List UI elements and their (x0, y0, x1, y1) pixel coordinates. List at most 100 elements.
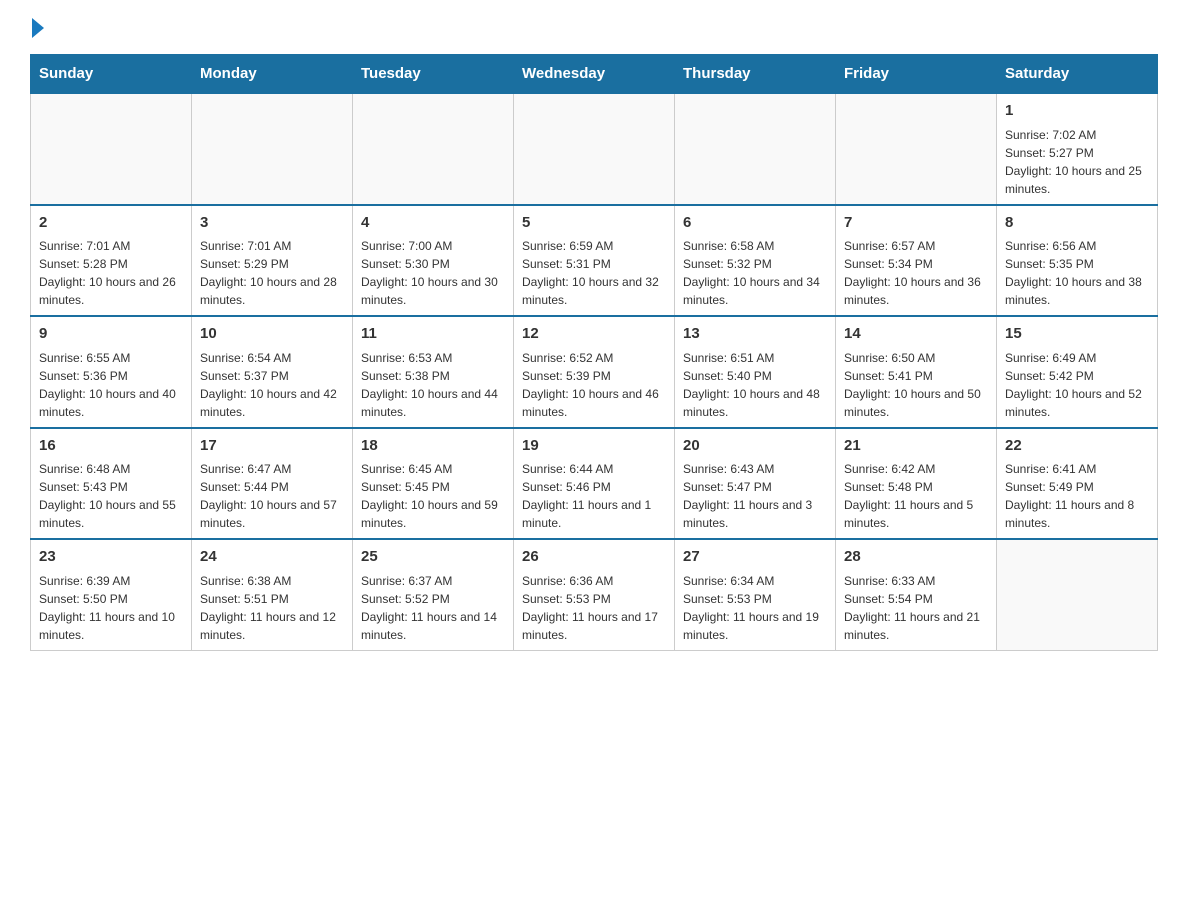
day-info: Daylight: 10 hours and 46 minutes. (522, 385, 666, 421)
calendar-cell: 16Sunrise: 6:48 AMSunset: 5:43 PMDayligh… (31, 428, 192, 540)
day-info: Daylight: 11 hours and 12 minutes. (200, 608, 344, 644)
day-info: Sunset: 5:37 PM (200, 367, 344, 385)
day-info: Sunrise: 6:56 AM (1005, 237, 1149, 255)
calendar-cell: 20Sunrise: 6:43 AMSunset: 5:47 PMDayligh… (675, 428, 836, 540)
day-number: 18 (361, 435, 505, 458)
calendar-cell: 6Sunrise: 6:58 AMSunset: 5:32 PMDaylight… (675, 205, 836, 317)
day-info: Sunrise: 6:49 AM (1005, 349, 1149, 367)
calendar-cell (353, 93, 514, 205)
page-header (30, 20, 1158, 34)
day-number: 24 (200, 546, 344, 569)
day-info: Sunset: 5:31 PM (522, 255, 666, 273)
day-number: 2 (39, 212, 183, 235)
day-number: 26 (522, 546, 666, 569)
day-header-wednesday: Wednesday (514, 55, 675, 94)
week-row-3: 9Sunrise: 6:55 AMSunset: 5:36 PMDaylight… (31, 316, 1158, 428)
day-info: Sunrise: 6:44 AM (522, 460, 666, 478)
day-info: Sunrise: 6:53 AM (361, 349, 505, 367)
calendar-cell: 24Sunrise: 6:38 AMSunset: 5:51 PMDayligh… (192, 539, 353, 650)
calendar-cell (514, 93, 675, 205)
day-info: Sunrise: 7:02 AM (1005, 126, 1149, 144)
day-info: Sunset: 5:39 PM (522, 367, 666, 385)
calendar-cell: 22Sunrise: 6:41 AMSunset: 5:49 PMDayligh… (997, 428, 1158, 540)
day-info: Sunset: 5:53 PM (683, 590, 827, 608)
logo (30, 20, 44, 34)
calendar-cell: 9 Sunrise: 6:55 AMSunset: 5:36 PMDaylight… (31, 316, 192, 428)
day-info: Sunrise: 6:50 AM (844, 349, 988, 367)
calendar-cell: 17Sunrise: 6:47 AMSunset: 5:44 PMDayligh… (192, 428, 353, 540)
day-info: Daylight: 11 hours and 3 minutes. (683, 496, 827, 532)
day-info: Sunset: 5:54 PM (844, 590, 988, 608)
day-number: 9 (39, 323, 183, 346)
day-number: 19 (522, 435, 666, 458)
day-info: Sunrise: 6:33 AM (844, 572, 988, 590)
logo-arrow-icon (32, 18, 44, 38)
week-row-5: 23Sunrise: 6:39 AMSunset: 5:50 PMDayligh… (31, 539, 1158, 650)
day-info: Sunset: 5:27 PM (1005, 144, 1149, 162)
day-info: Sunset: 5:36 PM (39, 367, 183, 385)
day-info: Daylight: 10 hours and 48 minutes. (683, 385, 827, 421)
day-info: Daylight: 11 hours and 17 minutes. (522, 608, 666, 644)
day-header-friday: Friday (836, 55, 997, 94)
day-info: Daylight: 10 hours and 28 minutes. (200, 273, 344, 309)
day-info: Daylight: 10 hours and 52 minutes. (1005, 385, 1149, 421)
calendar-cell: 11Sunrise: 6:53 AMSunset: 5:38 PMDayligh… (353, 316, 514, 428)
day-info: Sunset: 5:38 PM (361, 367, 505, 385)
day-info: Daylight: 10 hours and 57 minutes. (200, 496, 344, 532)
calendar-cell: 23Sunrise: 6:39 AMSunset: 5:50 PMDayligh… (31, 539, 192, 650)
day-info: Daylight: 11 hours and 10 minutes. (39, 608, 183, 644)
day-info: Sunrise: 6:45 AM (361, 460, 505, 478)
day-info: Sunset: 5:53 PM (522, 590, 666, 608)
calendar-cell (836, 93, 997, 205)
day-info: Sunrise: 7:01 AM (200, 237, 344, 255)
day-number: 1 (1005, 100, 1149, 123)
day-info: Daylight: 10 hours and 25 minutes. (1005, 162, 1149, 198)
day-info: Daylight: 10 hours and 32 minutes. (522, 273, 666, 309)
day-info: Sunrise: 6:48 AM (39, 460, 183, 478)
calendar-cell: 12 Sunrise: 6:52 AMSunset: 5:39 PMDayligh… (514, 316, 675, 428)
day-number: 13 (683, 323, 827, 346)
calendar-cell: 3Sunrise: 7:01 AMSunset: 5:29 PMDaylight… (192, 205, 353, 317)
week-row-2: 2Sunrise: 7:01 AMSunset: 5:28 PMDaylight… (31, 205, 1158, 317)
day-info: Sunset: 5:45 PM (361, 478, 505, 496)
day-number: 17 (200, 435, 344, 458)
day-number: 7 (844, 212, 988, 235)
day-info: Sunset: 5:32 PM (683, 255, 827, 273)
day-info: Daylight: 10 hours and 26 minutes. (39, 273, 183, 309)
day-info: Daylight: 10 hours and 50 minutes. (844, 385, 988, 421)
day-number: 22 (1005, 435, 1149, 458)
day-info: Sunrise: 6:47 AM (200, 460, 344, 478)
day-info: Daylight: 10 hours and 36 minutes. (844, 273, 988, 309)
day-info: Sunrise: 6:55 AM (39, 349, 183, 367)
day-info: Sunset: 5:47 PM (683, 478, 827, 496)
day-info: Sunset: 5:49 PM (1005, 478, 1149, 496)
day-info: Daylight: 11 hours and 1 minute. (522, 496, 666, 532)
day-number: 11 (361, 323, 505, 346)
day-info: Daylight: 10 hours and 40 minutes. (39, 385, 183, 421)
day-info: Sunrise: 7:01 AM (39, 237, 183, 255)
week-row-1: 1 Sunrise: 7:02 AMSunset: 5:27 PMDaylight… (31, 93, 1158, 205)
day-info: Sunrise: 6:41 AM (1005, 460, 1149, 478)
calendar-cell: 18Sunrise: 6:45 AMSunset: 5:45 PMDayligh… (353, 428, 514, 540)
calendar-cell: 19Sunrise: 6:44 AMSunset: 5:46 PMDayligh… (514, 428, 675, 540)
day-info: Sunrise: 6:52 AM (522, 349, 666, 367)
day-info: Sunset: 5:48 PM (844, 478, 988, 496)
day-info: Sunrise: 6:59 AM (522, 237, 666, 255)
calendar-cell: 25Sunrise: 6:37 AMSunset: 5:52 PMDayligh… (353, 539, 514, 650)
day-number: 16 (39, 435, 183, 458)
day-info: Sunrise: 7:00 AM (361, 237, 505, 255)
day-info: Sunrise: 6:42 AM (844, 460, 988, 478)
day-number: 28 (844, 546, 988, 569)
calendar-cell: 21Sunrise: 6:42 AMSunset: 5:48 PMDayligh… (836, 428, 997, 540)
day-number: 12 (522, 323, 666, 346)
calendar-cell: 7Sunrise: 6:57 AMSunset: 5:34 PMDaylight… (836, 205, 997, 317)
day-header-saturday: Saturday (997, 55, 1158, 94)
calendar-cell (997, 539, 1158, 650)
day-info: Sunrise: 6:58 AM (683, 237, 827, 255)
day-header-tuesday: Tuesday (353, 55, 514, 94)
day-info: Daylight: 10 hours and 30 minutes. (361, 273, 505, 309)
calendar-cell (192, 93, 353, 205)
calendar-table: SundayMondayTuesdayWednesdayThursdayFrid… (30, 54, 1158, 651)
calendar-cell (31, 93, 192, 205)
day-info: Sunset: 5:43 PM (39, 478, 183, 496)
